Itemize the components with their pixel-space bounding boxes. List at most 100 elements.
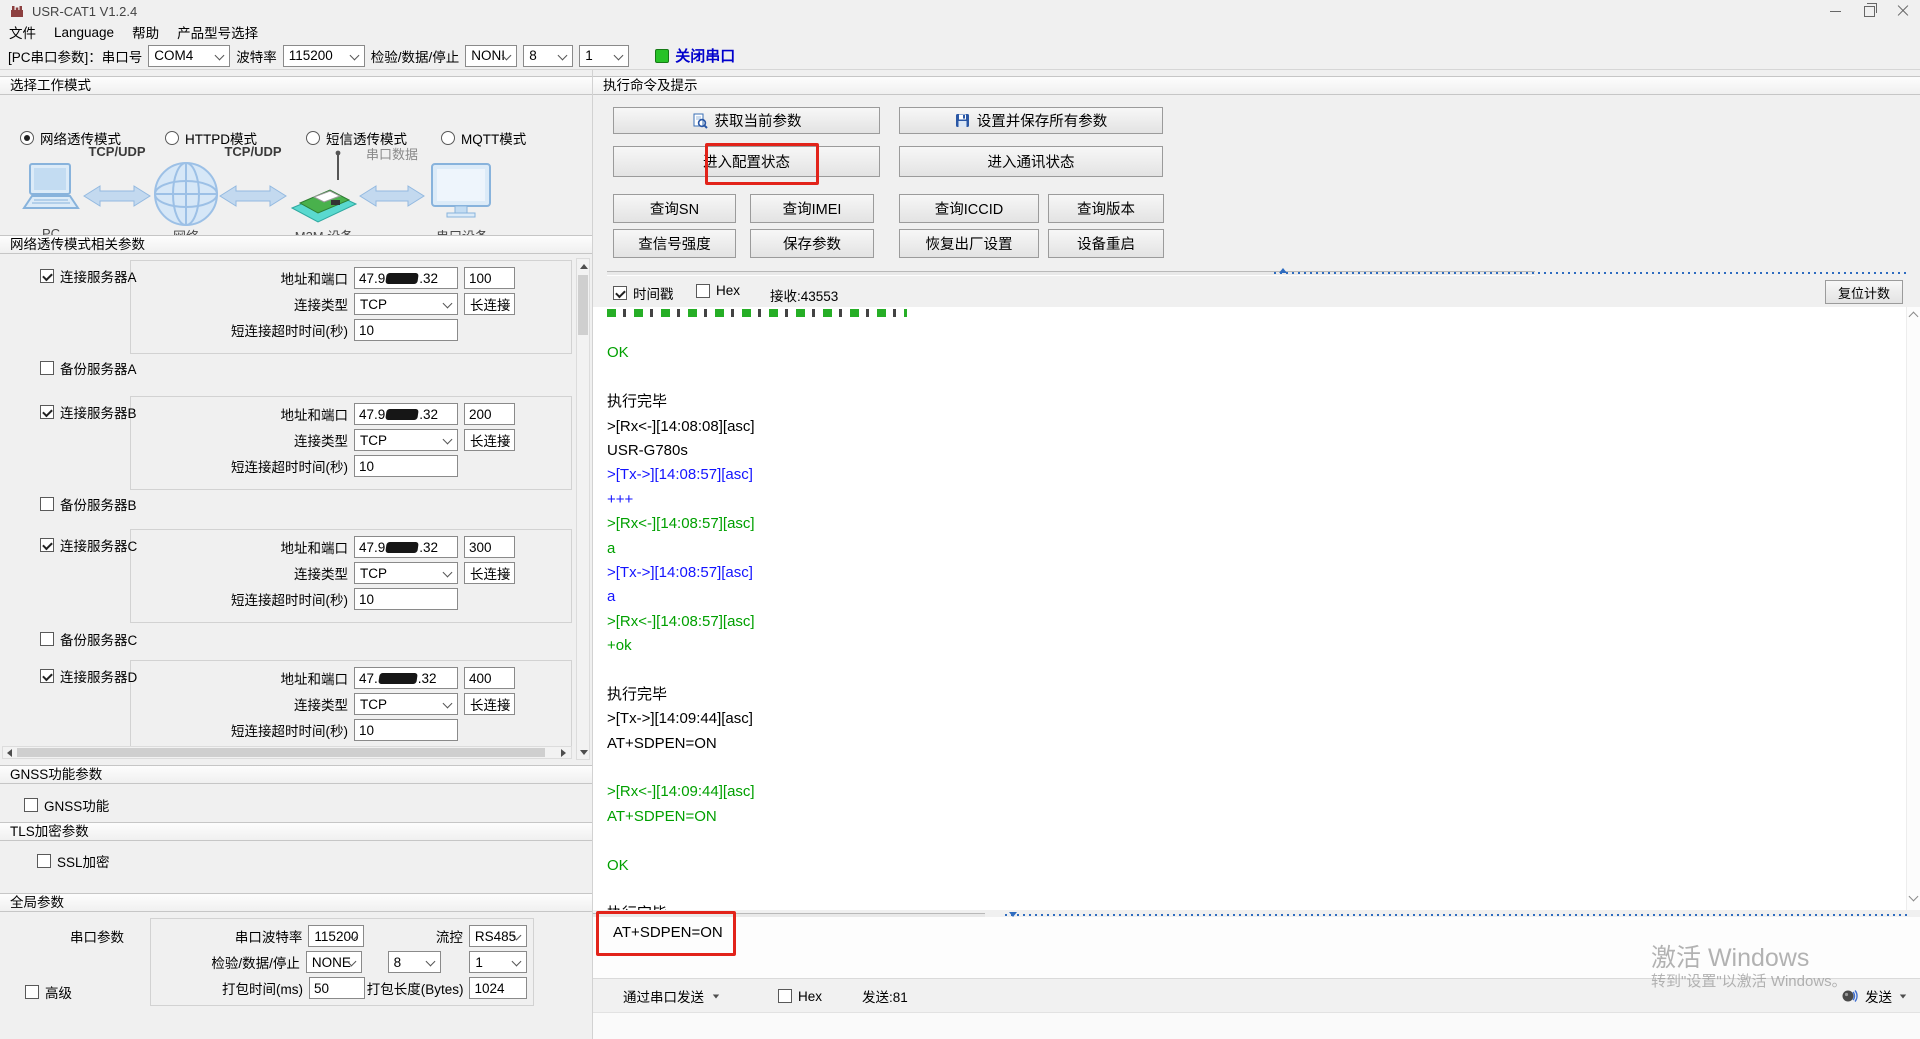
databits-select[interactable]: 8 <box>523 44 574 67</box>
query-imei-button[interactable]: 查询IMEI <box>750 194 874 223</box>
query-sn-button[interactable]: 查询SN <box>613 194 736 223</box>
menu-help[interactable]: 帮助 <box>123 22 168 42</box>
checkbox-icon <box>37 854 51 868</box>
recv-hex-toggle[interactable]: Hex <box>696 283 740 298</box>
server-c-type-select[interactable]: TCP <box>354 562 458 584</box>
server-b-timeout-input[interactable]: 10 <box>354 455 458 477</box>
log-line: >[Rx<-][14:09:44][asc] <box>607 783 755 801</box>
enter-comm-button[interactable]: 进入通讯状态 <box>899 146 1163 177</box>
scroll-thumb[interactable] <box>17 748 545 757</box>
server-d-port-input[interactable]: 400 <box>464 667 515 689</box>
send-via-serial-button[interactable]: 通过串口发送 <box>623 986 704 1006</box>
scroll-left-icon[interactable] <box>7 749 12 757</box>
scroll-down-icon[interactable] <box>580 750 588 755</box>
right-panel: 执行命令及提示 获取当前参数 设置并保存所有参数 进入配置状态 进入通讯状态 查… <box>592 70 1920 1039</box>
server-a-enable[interactable]: 连接服务器A <box>40 266 137 286</box>
splitter-collapse-up-icon[interactable] <box>1279 268 1287 273</box>
get-params-button[interactable]: 获取当前参数 <box>613 107 880 134</box>
server-c-port-input[interactable]: 300 <box>464 536 515 558</box>
save-params-button[interactable]: 保存参数 <box>750 229 874 258</box>
server-d-enable[interactable]: 连接服务器D <box>40 666 137 686</box>
server-b-mode-select[interactable]: 长连接 <box>464 429 515 451</box>
baud-label: 波特率 <box>236 49 277 65</box>
parity-label: 检验/数据/停止 <box>370 49 460 65</box>
baud-select[interactable]: 115200 <box>282 44 365 67</box>
serial-stopbits-select[interactable]: 1 <box>469 951 527 973</box>
reset-count-button[interactable]: 复位计数 <box>1825 280 1903 304</box>
server-b-enable[interactable]: 连接服务器B <box>40 402 137 422</box>
server-a-address-input[interactable]: 47.9.32 <box>354 267 458 289</box>
send-input-area[interactable]: AT+SDPEN=ON <box>593 917 1920 978</box>
restore-button[interactable] <box>1852 0 1886 22</box>
server-d-type-select[interactable]: TCP <box>354 693 458 715</box>
menu-file[interactable]: 文件 <box>0 22 45 42</box>
server-a-type-select[interactable]: TCP <box>354 293 458 315</box>
menu-language[interactable]: Language <box>45 25 123 40</box>
checkbox-icon <box>24 798 38 812</box>
pack-time-input[interactable]: 50 <box>309 977 365 999</box>
serial-baud-select[interactable]: 115200 <box>308 925 365 947</box>
server-list-hscrollbar[interactable] <box>2 746 572 759</box>
advanced-enable[interactable]: 高级 <box>25 982 72 1002</box>
flow-select[interactable]: RS485 <box>468 925 527 947</box>
server-a-port-input[interactable]: 100 <box>464 267 515 289</box>
net-params-header: 网络透传模式相关参数 <box>0 235 592 254</box>
server-a-timeout-input[interactable]: 10 <box>354 319 458 341</box>
menu-product-model[interactable]: 产品型号选择 <box>168 22 267 42</box>
splitter-dots[interactable] <box>1005 914 1910 916</box>
close-serial-button[interactable]: 关闭串口 <box>675 45 735 66</box>
gnss-enable[interactable]: GNSS功能 <box>24 795 109 815</box>
serial-databits-select[interactable]: 8 <box>387 951 442 973</box>
log-output[interactable]: OK 执行完毕 >[Rx<-][14:08:08][asc] USR-G780s >[T… <box>593 307 1920 910</box>
addr-label: 地址和端口 <box>280 272 349 287</box>
ssl-enable[interactable]: SSL加密 <box>37 851 110 871</box>
checkbox-icon <box>778 989 792 1003</box>
checkbox-icon <box>25 985 39 999</box>
scroll-up-icon[interactable] <box>580 264 588 269</box>
server-b-port-input[interactable]: 200 <box>464 403 515 425</box>
server-b-address-input[interactable]: 47.9.32 <box>354 403 458 425</box>
query-version-button[interactable]: 查询版本 <box>1048 194 1164 223</box>
send-hex-toggle[interactable]: Hex <box>778 989 822 1004</box>
backup-b-enable[interactable]: 备份服务器B <box>40 494 137 514</box>
device-restart-button[interactable]: 设备重启 <box>1048 229 1164 258</box>
backup-c-enable[interactable]: 备份服务器C <box>40 629 137 649</box>
enter-config-button[interactable]: 进入配置状态 <box>613 146 880 177</box>
server-d-address-input[interactable]: 47. .32 <box>354 667 458 689</box>
serial-parity-select[interactable]: NONE <box>305 951 362 973</box>
query-signal-button[interactable]: 查信号强度 <box>613 229 736 258</box>
scroll-thumb[interactable] <box>578 275 588 335</box>
com-port-select[interactable]: COM4 <box>148 44 231 67</box>
stopbits-select[interactable]: 1 <box>579 44 630 67</box>
timestamp-toggle[interactable]: 时间戳 <box>613 283 674 303</box>
query-iccid-button[interactable]: 查询ICCID <box>899 194 1039 223</box>
server-d-timeout-input[interactable]: 10 <box>354 719 458 741</box>
parity-select[interactable]: NONI <box>465 44 518 67</box>
minimize-button[interactable] <box>1818 0 1852 22</box>
close-button[interactable] <box>1886 0 1920 22</box>
dropdown-arrow-icon[interactable] <box>1899 994 1907 998</box>
log-line: >[Tx->][14:08:57][asc] <box>607 466 753 484</box>
server-c-timeout-input[interactable]: 10 <box>354 588 458 610</box>
server-a-mode-select[interactable]: 长连接 <box>464 293 515 315</box>
pack-len-input[interactable]: 1024 <box>469 977 527 999</box>
server-c-enable[interactable]: 连接服务器C <box>40 535 137 555</box>
server-d-mode-select[interactable]: 长连接 <box>464 693 515 715</box>
factory-reset-button[interactable]: 恢复出厂设置 <box>899 229 1039 258</box>
backup-a-enable[interactable]: 备份服务器A <box>40 358 137 378</box>
set-save-params-button[interactable]: 设置并保存所有参数 <box>899 107 1163 134</box>
server-b-type-select[interactable]: TCP <box>354 429 458 451</box>
scroll-right-icon[interactable] <box>561 749 566 757</box>
splitter-dots[interactable] <box>1274 272 1910 274</box>
app-icon <box>11 6 23 17</box>
server-c-mode-select[interactable]: 长连接 <box>464 562 515 584</box>
server-list-vscrollbar[interactable] <box>576 258 590 760</box>
scroll-up-icon[interactable] <box>1908 311 1919 322</box>
send-input-text[interactable]: AT+SDPEN=ON <box>613 924 723 941</box>
scroll-down-icon[interactable] <box>1908 891 1919 902</box>
dropdown-arrow-icon[interactable] <box>712 994 720 998</box>
send-button[interactable]: 发送 <box>1841 986 1907 1006</box>
log-vscrollbar[interactable] <box>1906 307 1920 910</box>
server-c-address-input[interactable]: 47.9.32 <box>354 536 458 558</box>
